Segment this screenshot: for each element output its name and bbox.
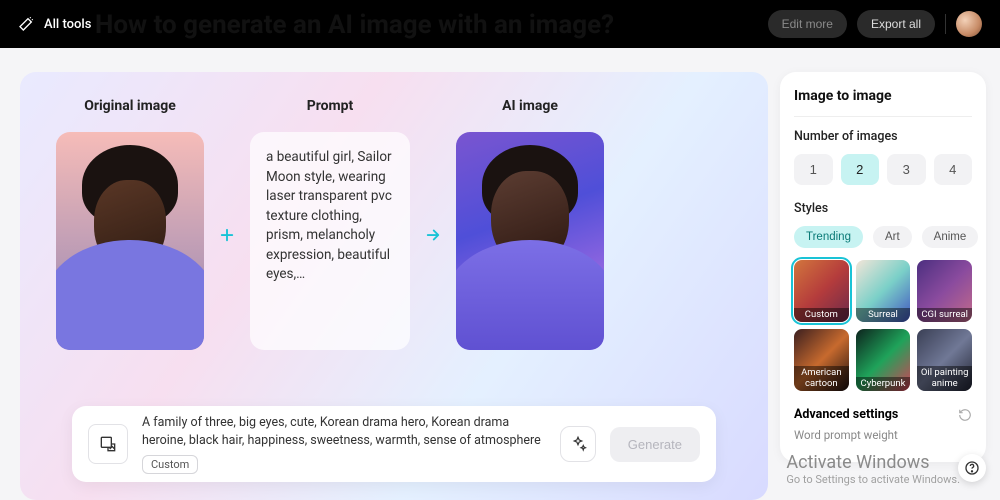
ai-result-image (456, 132, 604, 350)
sidebar-title: Image to image (794, 88, 972, 104)
example-prompt-text: a beautiful girl, Sailor Moon style, wea… (250, 132, 410, 350)
comparison-card: Original image Prompt a beautiful girl, … (20, 72, 768, 500)
style-card-oil-painting-anime[interactable]: Oil painting anime (917, 329, 972, 391)
num-images-3[interactable]: 3 (887, 154, 926, 185)
advanced-settings-toggle[interactable]: Advanced settings (794, 407, 898, 422)
page-heading-fragment: How to generate an AI image with an imag… (95, 10, 614, 40)
style-tab-art[interactable]: Art (873, 226, 912, 248)
style-card-label: CGI surreal (917, 308, 972, 322)
upload-image-button[interactable] (88, 424, 128, 464)
styles-label: Styles (794, 201, 972, 216)
prompt-input[interactable]: A family of three, big eyes, cute, Korea… (142, 414, 546, 449)
number-of-images-label: Number of images (794, 129, 972, 144)
style-card-american-cartoon[interactable]: American cartoon (794, 329, 849, 391)
arrow-right-icon (424, 204, 442, 244)
generate-bar: A family of three, big eyes, cute, Korea… (72, 406, 716, 482)
original-image-label: Original image (56, 98, 204, 114)
style-tab-anime[interactable]: Anime (922, 226, 979, 248)
user-avatar[interactable] (956, 11, 982, 37)
generate-button[interactable]: Generate (610, 427, 700, 462)
reset-icon[interactable] (958, 408, 972, 422)
ai-image-label: AI image (456, 98, 604, 114)
original-image (56, 132, 204, 350)
style-card-label: Oil painting anime (917, 366, 972, 391)
num-images-4[interactable]: 4 (934, 154, 973, 185)
style-card-label: Custom (794, 308, 849, 322)
all-tools-link[interactable]: All tools (44, 17, 91, 32)
plus-icon (218, 204, 236, 244)
edit-more-button[interactable]: Edit more (768, 10, 847, 38)
advanced-sublabel: Word prompt weight (794, 428, 972, 442)
style-card-cyberpunk[interactable]: Cyberpunk (856, 329, 911, 391)
style-chip-custom[interactable]: Custom (142, 455, 198, 474)
topbar-divider (945, 14, 946, 34)
sidebar-panel: Image to image Number of images 1234 Sty… (780, 72, 986, 462)
style-card-label: American cartoon (794, 366, 849, 391)
magic-wand-icon (18, 16, 34, 32)
style-card-label: Surreal (856, 308, 911, 322)
prompt-label: Prompt (250, 98, 410, 114)
style-tab-trending[interactable]: Trending (794, 226, 863, 248)
style-card-surreal[interactable]: Surreal (856, 260, 911, 322)
style-card-custom[interactable]: Custom (794, 260, 849, 322)
num-images-2[interactable]: 2 (841, 154, 880, 185)
style-card-label: Cyberpunk (856, 377, 911, 391)
help-button[interactable] (958, 454, 986, 482)
style-card-cgi-surreal[interactable]: CGI surreal (917, 260, 972, 322)
num-images-1[interactable]: 1 (794, 154, 833, 185)
export-all-button[interactable]: Export all (857, 10, 935, 38)
enhance-prompt-button[interactable] (560, 426, 596, 462)
